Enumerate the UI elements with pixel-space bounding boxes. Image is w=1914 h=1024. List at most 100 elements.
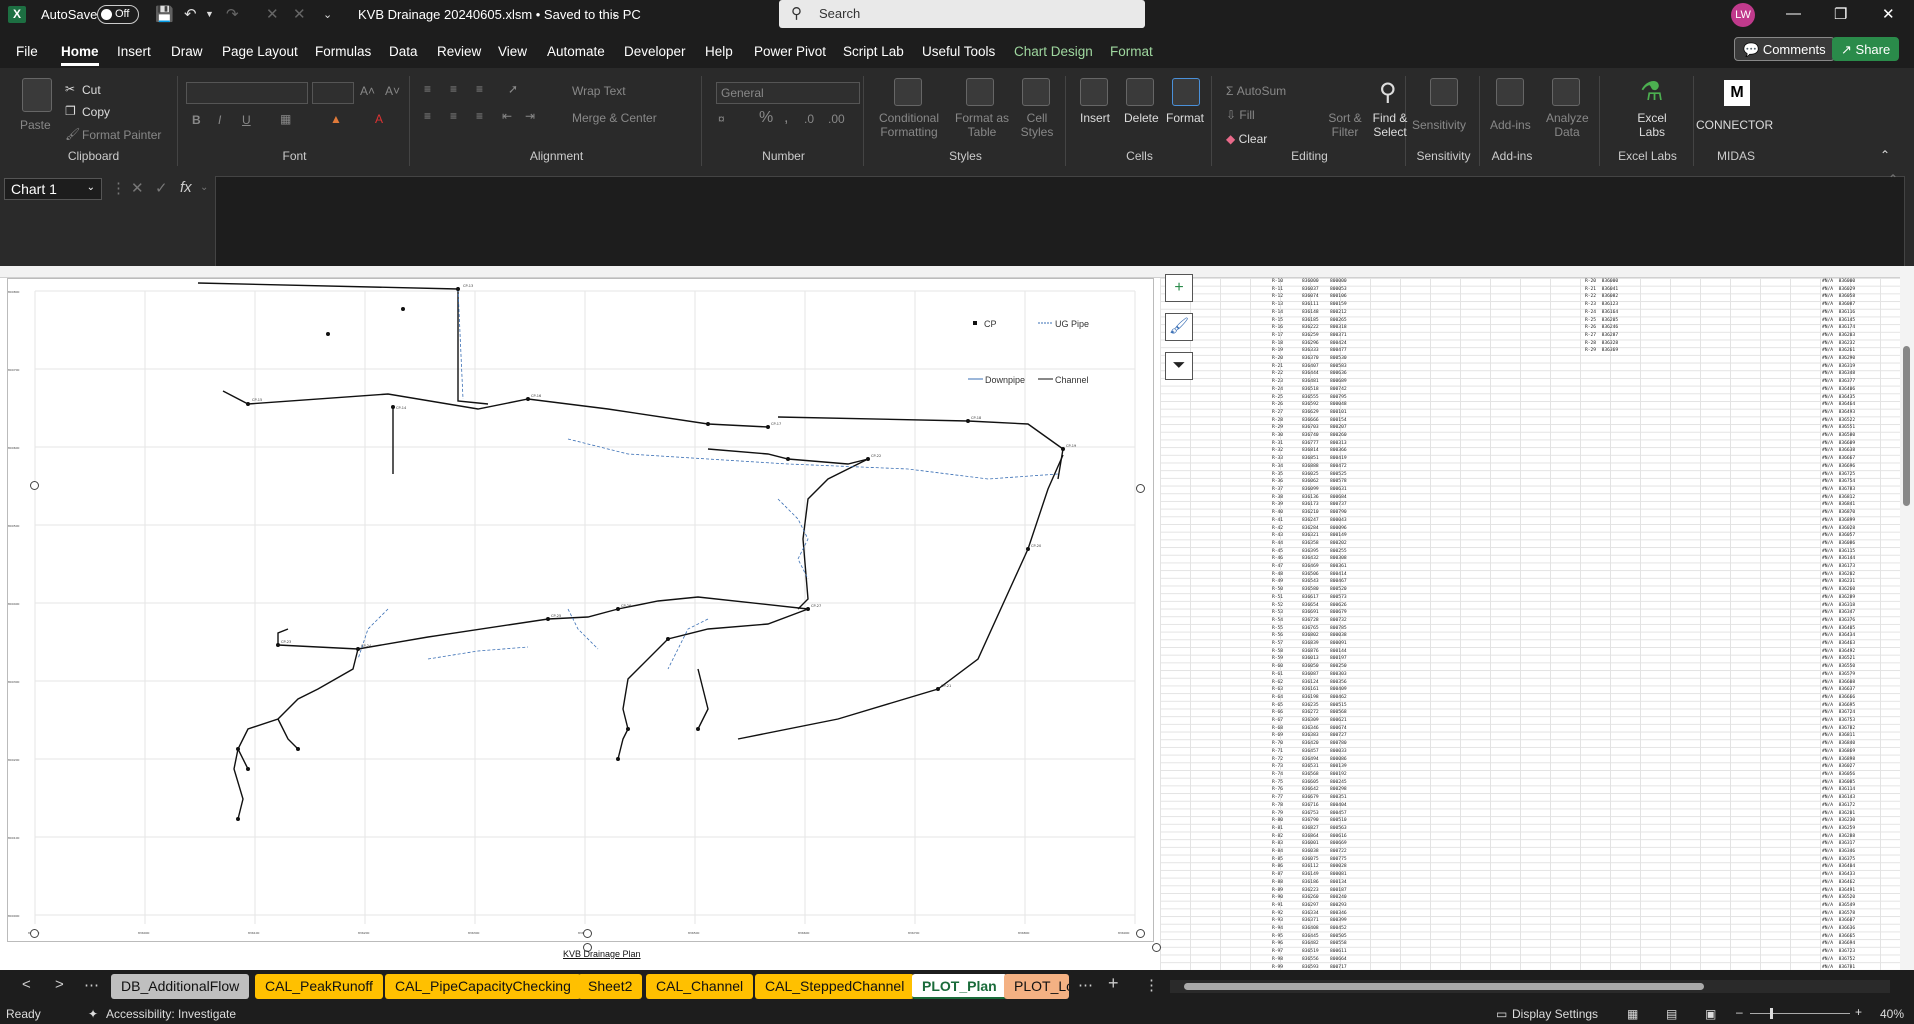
- restore-icon[interactable]: ❐: [1834, 5, 1847, 23]
- title-dropdown-icon[interactable]: ⌄: [611, 9, 619, 20]
- sheet-tab-plot-lo[interactable]: PLOT_Lo: [1004, 974, 1069, 999]
- increase-font-icon[interactable]: A˄: [360, 84, 375, 98]
- tab-review[interactable]: Review: [437, 44, 481, 59]
- cancel-icon[interactable]: ✕: [131, 179, 144, 197]
- tab-script-lab[interactable]: Script Lab: [843, 44, 904, 59]
- number-format-select[interactable]: General: [716, 82, 860, 104]
- chart-filters-funnel-icon[interactable]: ⏷: [1165, 352, 1193, 380]
- increase-indent-icon[interactable]: ⇥: [525, 109, 535, 123]
- resize-handle-right[interactable]: [1136, 484, 1145, 493]
- display-settings-icon[interactable]: ▭: [1496, 1007, 1507, 1021]
- horizontal-scrollbar[interactable]: [1170, 980, 1890, 993]
- tab-developer[interactable]: Developer: [624, 44, 686, 59]
- sensitivity-icon[interactable]: [1430, 78, 1458, 106]
- tab-power-pivot[interactable]: Power Pivot: [754, 44, 826, 59]
- insert-cells-button[interactable]: Insert: [1080, 111, 1110, 125]
- insert-function-icon[interactable]: fx: [180, 179, 192, 196]
- tab-view[interactable]: View: [498, 44, 527, 59]
- normal-view-icon[interactable]: ▦: [1627, 1007, 1638, 1021]
- share-button[interactable]: ↗ Share: [1832, 37, 1900, 61]
- touch-mode-icon[interactable]: ✕: [266, 5, 279, 23]
- page-break-view-icon[interactable]: ▣: [1705, 1007, 1716, 1021]
- cell-styles-button[interactable]: Cell Styles: [1016, 111, 1058, 139]
- fill-color-icon[interactable]: ▲: [330, 112, 342, 126]
- chart-plot-area[interactable]: CP-13 CP-14 CP-15 CP-16 CP-17 CP-18 CP-19 CP-…: [8, 279, 1155, 943]
- insert-cells-icon[interactable]: [1080, 78, 1108, 106]
- formula-input[interactable]: [215, 176, 1905, 268]
- page-layout-view-icon[interactable]: ▤: [1666, 1007, 1677, 1021]
- search-box[interactable]: ⚲ Search: [779, 0, 1145, 28]
- find-icon[interactable]: ⚲: [1379, 78, 1397, 107]
- collapse-formula-icon[interactable]: ⌃: [1888, 172, 1898, 186]
- more-tabs-icon[interactable]: ⋯: [1078, 976, 1093, 994]
- sheet-tab-sheet2[interactable]: Sheet2: [578, 974, 643, 999]
- cell-styles-icon[interactable]: [1022, 78, 1050, 106]
- enter-icon[interactable]: ✓: [155, 179, 168, 197]
- delete-cells-icon[interactable]: [1126, 78, 1154, 106]
- resize-handle-corner-outer[interactable]: [1152, 943, 1161, 952]
- tab-useful-tools[interactable]: Useful Tools: [922, 44, 995, 59]
- zoom-in-icon[interactable]: +: [1855, 1005, 1862, 1019]
- addins-icon[interactable]: [1496, 78, 1524, 106]
- align-bottom-icon[interactable]: ≡: [476, 82, 483, 96]
- sheet-tab-cal-channel[interactable]: CAL_Channel: [646, 974, 754, 999]
- tab-automate[interactable]: Automate: [547, 44, 605, 59]
- connector-button[interactable]: CONNECTOR: [1696, 118, 1773, 132]
- format-as-table-icon[interactable]: [966, 78, 994, 106]
- addins-button[interactable]: Add-ins: [1490, 118, 1531, 132]
- vertical-scrollbar[interactable]: [1900, 266, 1914, 970]
- next-sheet-icon[interactable]: >: [55, 976, 64, 993]
- name-box[interactable]: Chart 1 ⌄: [4, 178, 102, 200]
- format-painter-icon[interactable]: 🖌: [65, 127, 80, 141]
- align-middle-icon[interactable]: ≡: [450, 82, 457, 96]
- resize-handle-bottom[interactable]: [583, 929, 592, 938]
- comments-button[interactable]: 💬 Comments: [1734, 37, 1835, 61]
- format-painter-button[interactable]: Format Painter: [82, 128, 161, 142]
- autosave-toggle[interactable]: Off: [97, 5, 139, 24]
- underline-button[interactable]: U: [242, 113, 251, 127]
- tab-format[interactable]: Format: [1110, 44, 1153, 59]
- sheet-tab-cal-steppedchannel[interactable]: CAL_SteppedChannel: [755, 974, 915, 999]
- repeat-icon[interactable]: ✕: [293, 5, 306, 23]
- formula-dropdown-icon[interactable]: ⌄: [200, 182, 208, 193]
- align-right-icon[interactable]: ≡: [476, 109, 483, 123]
- resize-handle-left[interactable]: [30, 481, 39, 490]
- document-title[interactable]: KVB Drainage 20240605.xlsm • Saved to th…: [358, 7, 641, 22]
- minimize-icon[interactable]: —: [1786, 5, 1801, 22]
- percent-icon[interactable]: %: [759, 109, 773, 127]
- align-top-icon[interactable]: ≡: [424, 82, 431, 96]
- paste-button[interactable]: Paste: [20, 118, 51, 132]
- resize-handle-bottom-right[interactable]: [1136, 929, 1145, 938]
- accounting-format-icon[interactable]: ¤: [718, 112, 725, 126]
- sheet-tab-cal-peakrunoff[interactable]: CAL_PeakRunoff: [255, 974, 383, 999]
- accessibility-status[interactable]: Accessibility: Investigate: [106, 1007, 236, 1021]
- avatar[interactable]: LW: [1731, 3, 1755, 27]
- sheet-tab-cal-pipecapacitychecking[interactable]: CAL_PipeCapacityChecking: [385, 974, 581, 999]
- accessibility-icon[interactable]: ✦: [88, 1007, 98, 1021]
- flask-icon[interactable]: ⚗: [1640, 76, 1663, 107]
- cut-icon[interactable]: ✂: [65, 82, 75, 96]
- analyze-data-button[interactable]: Analyze Data: [1546, 111, 1589, 139]
- decrease-indent-icon[interactable]: ⇤: [502, 109, 512, 123]
- more-sheets-icon[interactable]: ⋯: [84, 976, 99, 994]
- font-color-icon[interactable]: A: [375, 112, 383, 126]
- undo-dropdown-icon[interactable]: ▼: [205, 9, 214, 19]
- fill-button[interactable]: ⇩ Fill: [1226, 108, 1255, 122]
- paste-icon[interactable]: [22, 78, 52, 112]
- tab-insert[interactable]: Insert: [117, 44, 151, 59]
- zoom-out-icon[interactable]: –: [1736, 1005, 1743, 1019]
- align-center-icon[interactable]: ≡: [450, 109, 457, 123]
- cell-grid[interactable]: [1160, 278, 1900, 970]
- tab-data[interactable]: Data: [389, 44, 418, 59]
- find-select-button[interactable]: Find & Select: [1369, 111, 1411, 139]
- orientation-icon[interactable]: ➚: [508, 82, 518, 96]
- wrap-text-button[interactable]: Wrap Text: [572, 84, 626, 98]
- sort-filter-button[interactable]: Sort & Filter: [1324, 111, 1366, 139]
- format-cells-button[interactable]: Format: [1166, 111, 1204, 125]
- horizontal-scroll-thumb[interactable]: [1184, 983, 1704, 990]
- excel-labs-button[interactable]: Excel Labs: [1632, 111, 1672, 139]
- tab-draw[interactable]: Draw: [171, 44, 203, 59]
- redo-icon[interactable]: ↷: [226, 5, 239, 23]
- chart-elements-button[interactable]: +: [1165, 274, 1193, 302]
- decrease-font-icon[interactable]: A˅: [385, 84, 400, 98]
